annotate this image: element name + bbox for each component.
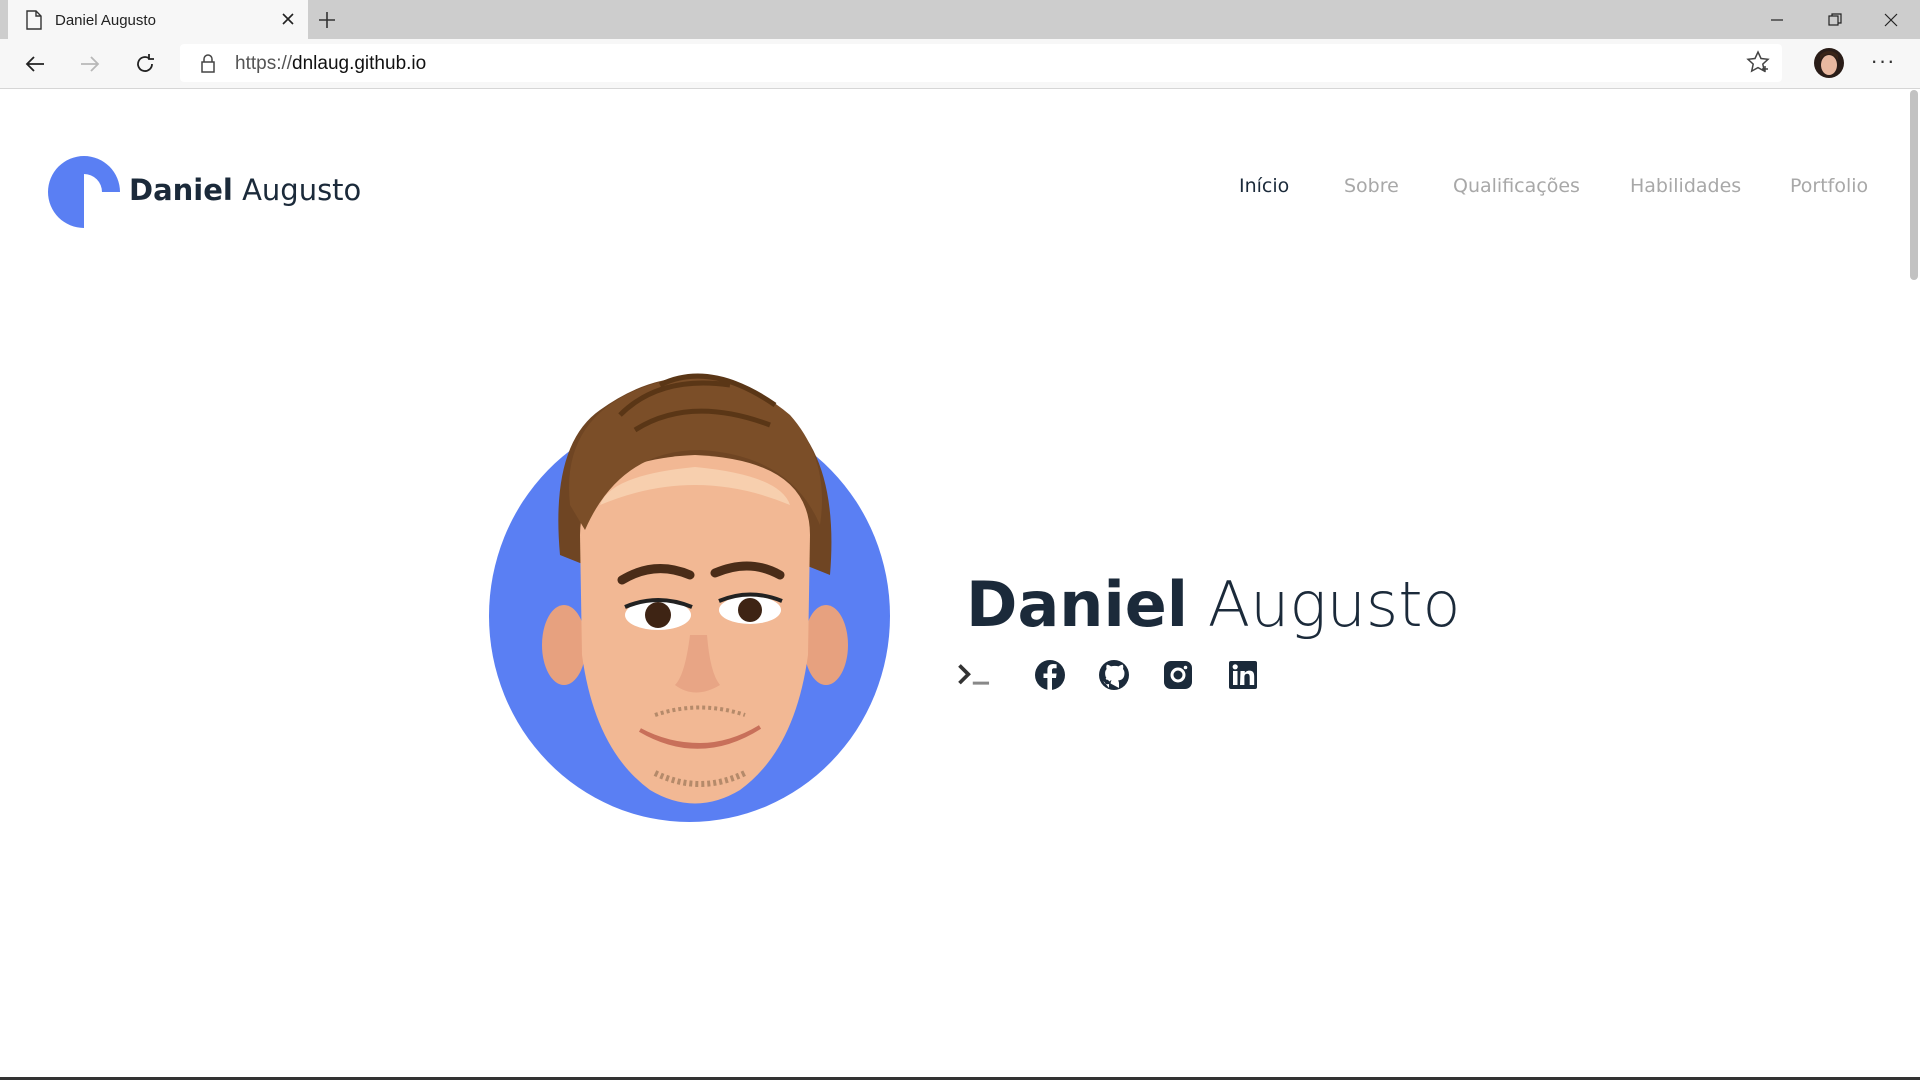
refresh-icon [137, 54, 154, 72]
facebook-icon[interactable] [1033, 658, 1067, 692]
forward-arrow-icon [81, 56, 100, 72]
forward-button[interactable] [75, 49, 105, 79]
close-window-icon [1884, 13, 1898, 26]
minimize-icon [1771, 18, 1783, 21]
linkedin-icon[interactable] [1226, 658, 1260, 692]
nav-portfolio[interactable]: Portfolio [1790, 175, 1868, 197]
url-host: dnlaug.github.io [292, 53, 427, 74]
restore-icon [1828, 12, 1842, 26]
nav-inicio[interactable]: Início [1239, 175, 1289, 197]
new-tab-icon[interactable] [316, 9, 338, 31]
nav-qualificacoes[interactable]: Qualificações [1453, 175, 1580, 197]
minimize-button[interactable] [1748, 0, 1806, 39]
page-icon [26, 10, 42, 30]
restore-button[interactable] [1806, 0, 1864, 39]
hero-first-name: Daniel [966, 568, 1188, 641]
logo-first-name: Daniel [129, 173, 233, 207]
lock-icon [201, 54, 215, 73]
url-text: https://dnlaug.github.io [235, 53, 426, 75]
page-scrollbar[interactable] [1908, 90, 1920, 1077]
nav-habilidades[interactable]: Habilidades [1630, 175, 1741, 197]
address-toolbar: https://dnlaug.github.io ··· [0, 39, 1920, 89]
nav-sobre[interactable]: Sobre [1344, 175, 1399, 197]
back-button[interactable] [20, 49, 50, 79]
terminal-icon[interactable] [958, 658, 992, 692]
tab-title: Daniel Augusto [55, 12, 156, 29]
back-arrow-icon [25, 56, 44, 72]
address-bar[interactable]: https://dnlaug.github.io [180, 44, 1782, 82]
tab-strip: Daniel Augusto [0, 0, 1920, 39]
refresh-button[interactable] [130, 49, 160, 79]
url-scheme: https:// [235, 53, 293, 74]
instagram-icon[interactable] [1161, 658, 1195, 692]
hero-name: Daniel Augusto [966, 568, 1460, 641]
scrollbar-thumb[interactable] [1910, 90, 1918, 280]
logo-last-name: Augusto [242, 173, 362, 207]
profile-avatar[interactable] [1814, 48, 1844, 78]
logo-icon[interactable] [48, 156, 120, 228]
favorite-star-icon[interactable] [1745, 49, 1771, 75]
browser-tab[interactable]: Daniel Augusto [8, 0, 308, 39]
page-viewport: Daniel Augusto Início Sobre Qualificaçõe… [0, 90, 1908, 1077]
more-menu-icon[interactable]: ··· [1868, 49, 1898, 79]
github-icon[interactable] [1097, 658, 1131, 692]
close-tab-icon[interactable] [280, 11, 296, 27]
logo-text[interactable]: Daniel Augusto [129, 173, 361, 207]
profile-face-icon [1820, 51, 1838, 75]
hero-last-name: Augusto [1207, 568, 1461, 641]
memoji-avatar [542, 373, 848, 804]
close-window-button[interactable] [1862, 0, 1920, 39]
